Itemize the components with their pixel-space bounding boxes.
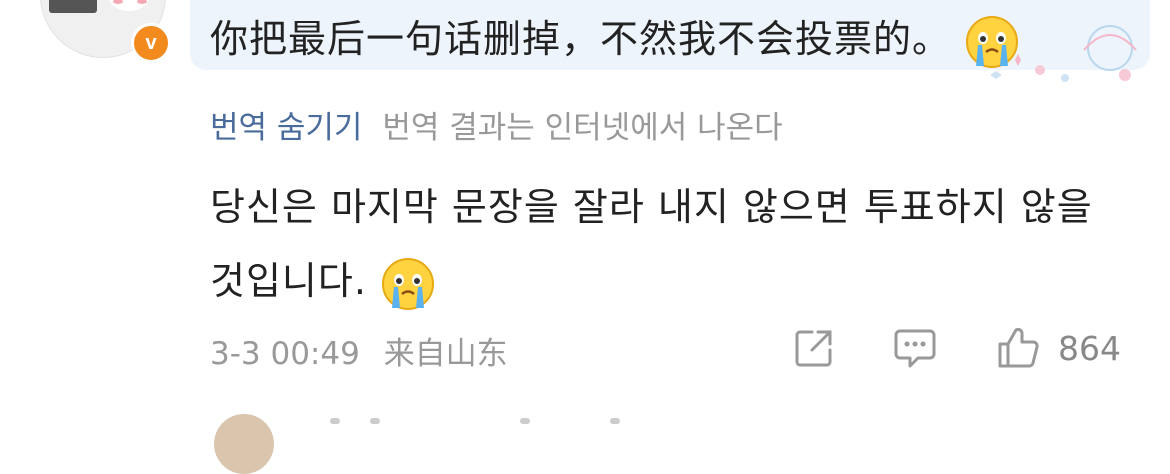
translated-text: 당신은 마지막 문장을 잘라 내지 않으면 투표하지 않을 것입니다. [210, 185, 1093, 303]
thumbs-up-icon [998, 327, 1039, 368]
next-comment-text-fragment [370, 418, 380, 424]
translation-row: 번역 숨기기 번역 결과는 인터넷에서 나온다 [210, 102, 783, 147]
comment-meta: 3-3 00:49 来自山东 [210, 328, 508, 373]
verified-badge-label: v [145, 31, 157, 54]
comment-time: 3-3 00:49 [210, 336, 360, 372]
like-count: 864 [1058, 328, 1121, 368]
comment-text: 你把最后一句话删掉，不然我不会投票的。 [210, 17, 952, 61]
translation-source-note: 번역 결과는 인터넷에서 나온다 [382, 110, 783, 146]
crying-face-icon [380, 256, 436, 312]
like-button[interactable]: 864 [996, 326, 1121, 370]
share-button[interactable] [792, 326, 836, 370]
next-comment-avatar[interactable] [214, 414, 274, 474]
verified-badge: v [131, 23, 171, 63]
avatar-illustration [49, 0, 97, 13]
crying-face-icon [964, 14, 1020, 70]
translated-text-block: 당신은 마지막 문장을 잘라 내지 않으면 투표하지 않을 것입니다. [210, 170, 1140, 318]
comment-icon [894, 329, 936, 368]
reply-button[interactable] [892, 326, 938, 370]
share-icon [795, 330, 832, 367]
comment-text-row: 你把最后一句话删掉，不然我不会投票的。 [210, 8, 1020, 70]
next-comment-text-fragment [520, 418, 530, 424]
next-comment-text-fragment [610, 418, 620, 424]
next-comment-text-fragment [330, 418, 340, 424]
hide-translation-link[interactable]: 번역 숨기기 [210, 110, 362, 146]
comment-location: 来自山东 [383, 336, 508, 372]
